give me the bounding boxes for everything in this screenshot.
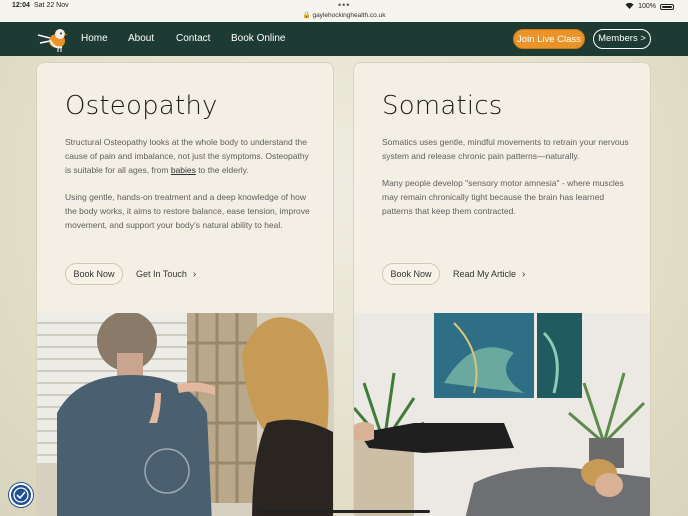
status-right: 100% <box>625 2 674 11</box>
somatics-description: Many people develop "sensory motor amnes… <box>382 178 624 216</box>
multitask-dots-icon[interactable]: ••• <box>338 0 350 10</box>
get-in-touch-link[interactable]: Get In Touch › <box>136 263 196 286</box>
babies-link[interactable]: babies <box>171 165 196 175</box>
somatics-card: Somatics Somatics uses gentle, mindful m… <box>353 62 651 516</box>
battery-icon <box>660 3 674 10</box>
status-time: 12:04 <box>12 2 30 9</box>
read-my-article-link[interactable]: Read My Article › <box>453 263 525 286</box>
osteopathy-card: Osteopathy Structural Osteopathy looks a… <box>36 62 334 516</box>
status-date: Sat 22 Nov <box>34 2 69 9</box>
osteopathy-title: Osteopathy <box>65 91 218 121</box>
wifi-icon <box>625 2 634 11</box>
url-text: gaylehockinghealth.co.uk <box>312 12 386 19</box>
status-bar: 12:04 Sat 22 Nov ••• 🔒 gaylehockinghealt… <box>0 0 688 22</box>
read-my-article-label: Read My Article <box>453 269 517 279</box>
somatics-book-now-button[interactable]: Book Now <box>382 263 440 285</box>
osteopathy-intro-end: to the elderly. <box>195 165 249 175</box>
lock-icon: 🔒 <box>302 12 311 19</box>
chevron-right-icon: › <box>192 269 197 280</box>
nav-book-online[interactable]: Book Online <box>231 33 285 44</box>
bird-logo-icon[interactable] <box>36 25 70 53</box>
address-bar[interactable]: 🔒 gaylehockinghealth.co.uk <box>0 11 688 19</box>
home-indicator[interactable] <box>258 510 430 513</box>
somatics-intro: Somatics uses gentle, mindful movements … <box>382 137 629 161</box>
chevron-right-icon: › <box>522 269 526 280</box>
osteopathy-book-now-button[interactable]: Book Now <box>65 263 123 285</box>
accessibility-icon[interactable] <box>9 483 33 507</box>
battery-percent: 100% <box>638 3 656 10</box>
osteopathy-intro: Structural Osteopathy looks at the whole… <box>65 135 315 177</box>
get-in-touch-label: Get In Touch <box>136 269 187 279</box>
osteopathy-photo <box>37 313 333 516</box>
members-button[interactable]: Members > <box>593 29 651 49</box>
somatics-photo <box>354 313 650 516</box>
osteopathy-description: Using gentle, hands-on treatment and a d… <box>65 192 310 230</box>
nav-home[interactable]: Home <box>81 33 108 44</box>
join-live-class-button[interactable]: Join Live Class <box>513 29 585 49</box>
somatics-title: Somatics <box>382 91 503 121</box>
nav-about[interactable]: About <box>128 33 154 44</box>
nav-contact[interactable]: Contact <box>176 33 210 44</box>
top-navigation: Home About Contact Book Online Join Live… <box>0 22 688 56</box>
